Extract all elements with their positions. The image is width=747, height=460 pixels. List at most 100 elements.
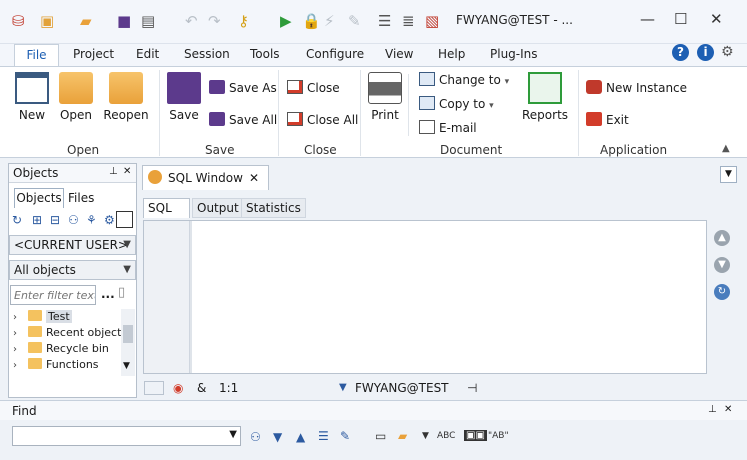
execute-icon[interactable]: ▶ (280, 12, 292, 30)
save-all-button[interactable]: Save All (209, 112, 277, 127)
tree-item-functions[interactable]: › Functions (9, 357, 121, 373)
print-icon[interactable]: ▤ (141, 12, 155, 30)
break2-icon[interactable]: ✎ (348, 12, 361, 30)
menu-tools[interactable]: Tools (250, 47, 280, 61)
print-button[interactable]: Print (368, 72, 402, 122)
key-icon[interactable]: ⚷ (238, 12, 249, 30)
panel-close-icon[interactable]: ✕ (123, 166, 131, 177)
user-select[interactable]: <CURRENT USER> ▼ (9, 235, 136, 255)
collapse-ribbon-icon[interactable]: ▲ (722, 143, 730, 154)
find-close-icon[interactable]: ✕ (724, 404, 732, 415)
regex-toggle[interactable]: ▣▣ (464, 430, 487, 441)
minimize-button[interactable]: — (640, 10, 655, 28)
save-as-button[interactable]: Save As (209, 80, 277, 95)
info-icon[interactable]: i (697, 44, 714, 61)
lock-icon[interactable]: 🔒 (302, 12, 321, 30)
reports-button[interactable]: Reports (522, 72, 568, 122)
refresh-icon[interactable]: ↻ (12, 213, 22, 227)
find-prev-icon[interactable]: ▲ (296, 430, 305, 444)
find-icon[interactable]: ⚇ (68, 213, 79, 227)
beautify-icon[interactable]: ≣ (402, 12, 415, 30)
tab-list-dropdown[interactable]: ▼ (720, 166, 737, 183)
remove-icon[interactable]: ⊟ (50, 213, 60, 227)
change-to-button[interactable]: Change to ▾ (419, 72, 509, 87)
tab-output[interactable]: Output (192, 198, 244, 218)
open-icon[interactable]: ▰ (80, 12, 92, 30)
find-folder-icon[interactable]: ▰ (398, 429, 407, 443)
help-icon[interactable]: ? (672, 44, 689, 61)
tree-item-recent[interactable]: › Recent objects (9, 325, 121, 341)
find-options-icon[interactable]: ▼ (422, 431, 429, 441)
add-icon[interactable]: ⊞ (32, 213, 42, 227)
maximize-button[interactable]: ☐ (674, 10, 687, 28)
find-window-icon[interactable]: ▭ (375, 429, 386, 443)
new-filter-icon[interactable]: ▯ (118, 285, 125, 300)
menu-configure[interactable]: Configure (306, 47, 364, 61)
filter-text-input[interactable] (10, 285, 96, 305)
break-icon[interactable]: ⚡ (324, 12, 335, 30)
scroll-up-icon[interactable]: ▲ (714, 230, 730, 246)
whole-word-toggle[interactable]: "AB" (488, 431, 509, 441)
connection-label[interactable]: FWYANG@TEST (355, 381, 449, 395)
app-icon[interactable]: ⛁ (12, 12, 25, 30)
new-icon[interactable]: ▣ (40, 12, 54, 30)
undo-icon[interactable]: ↶ (185, 12, 198, 30)
tree-item-test[interactable]: › Test (9, 309, 121, 325)
match-case-toggle[interactable]: ABC (437, 431, 455, 441)
sql-editor[interactable] (143, 220, 707, 374)
close-all-button[interactable]: Close All (287, 112, 358, 127)
sql-window-tab[interactable]: SQL Window ✕ (142, 165, 269, 190)
expand-icon: › (13, 360, 17, 371)
menu-project[interactable]: Project (73, 47, 114, 61)
group-application-label: Application (600, 143, 668, 157)
tree-item-recycle[interactable]: › Recycle bin (9, 341, 121, 357)
expand-icon: › (13, 344, 17, 355)
exit-button[interactable]: Exit (586, 112, 629, 127)
find-binoculars-icon[interactable]: ⚇ (250, 430, 261, 444)
connection-dropdown-icon[interactable]: ▼ (339, 382, 347, 393)
new-instance-button[interactable]: New Instance (586, 80, 687, 95)
open-button[interactable]: Open (57, 72, 95, 122)
tab-statistics[interactable]: Statistics (241, 198, 306, 218)
db-refresh-icon[interactable]: ↻ (714, 284, 730, 300)
filter-icon[interactable]: ⚘ (86, 213, 97, 227)
settings-icon[interactable]: ⚙ (721, 44, 734, 60)
tab-files[interactable]: Files (68, 189, 94, 208)
menu-plugins[interactable]: Plug-Ins (490, 47, 538, 61)
menu-edit[interactable]: Edit (136, 47, 159, 61)
tab-close-icon[interactable]: ✕ (249, 171, 259, 185)
find-pin-icon[interactable]: ⊥ (708, 404, 717, 415)
filter2-icon[interactable]: ⚙ (104, 213, 115, 227)
color-box[interactable] (116, 211, 133, 228)
new-button[interactable]: New (14, 72, 50, 122)
objects-filter-select[interactable]: All objects ▼ (9, 260, 136, 280)
redo-icon[interactable]: ↷ (208, 12, 221, 30)
report-icon[interactable]: ▧ (425, 12, 439, 30)
tree-scrollbar[interactable]: ▼ (121, 309, 135, 376)
chevron-down-icon[interactable]: ▼ (229, 429, 237, 440)
find-next-icon[interactable]: ▼ (273, 430, 282, 444)
more-button[interactable]: ... (101, 287, 115, 301)
find-input[interactable]: ▼ (12, 426, 241, 446)
save-icon[interactable]: ■ (117, 12, 131, 30)
close-doc-button[interactable]: Close (287, 80, 340, 95)
find-list-icon[interactable]: ☰ (318, 429, 329, 443)
menu-view[interactable]: View (385, 47, 413, 61)
new-instance-icon (586, 80, 602, 94)
menu-help[interactable]: Help (438, 47, 465, 61)
email-button[interactable]: E-mail (419, 120, 477, 135)
tab-sql[interactable]: SQL (143, 198, 190, 218)
exit-icon (586, 112, 602, 126)
close-button[interactable]: ✕ (710, 10, 723, 28)
scroll-down-icon[interactable]: ▼ (714, 257, 730, 273)
pin-icon[interactable]: ⊥ (109, 166, 118, 177)
tab-objects[interactable]: Objects (14, 188, 64, 208)
find-erase-icon[interactable]: ✎ (340, 429, 350, 443)
save-button[interactable]: Save (166, 72, 202, 122)
menu-file[interactable]: File (14, 44, 59, 67)
menu-session[interactable]: Session (184, 47, 230, 61)
reopen-button[interactable]: Reopen (102, 72, 150, 122)
copy-to-button[interactable]: Copy to ▾ (419, 96, 494, 111)
config-icon[interactable]: ☰ (378, 12, 391, 30)
pin-icon[interactable]: ⊣ (467, 381, 477, 395)
